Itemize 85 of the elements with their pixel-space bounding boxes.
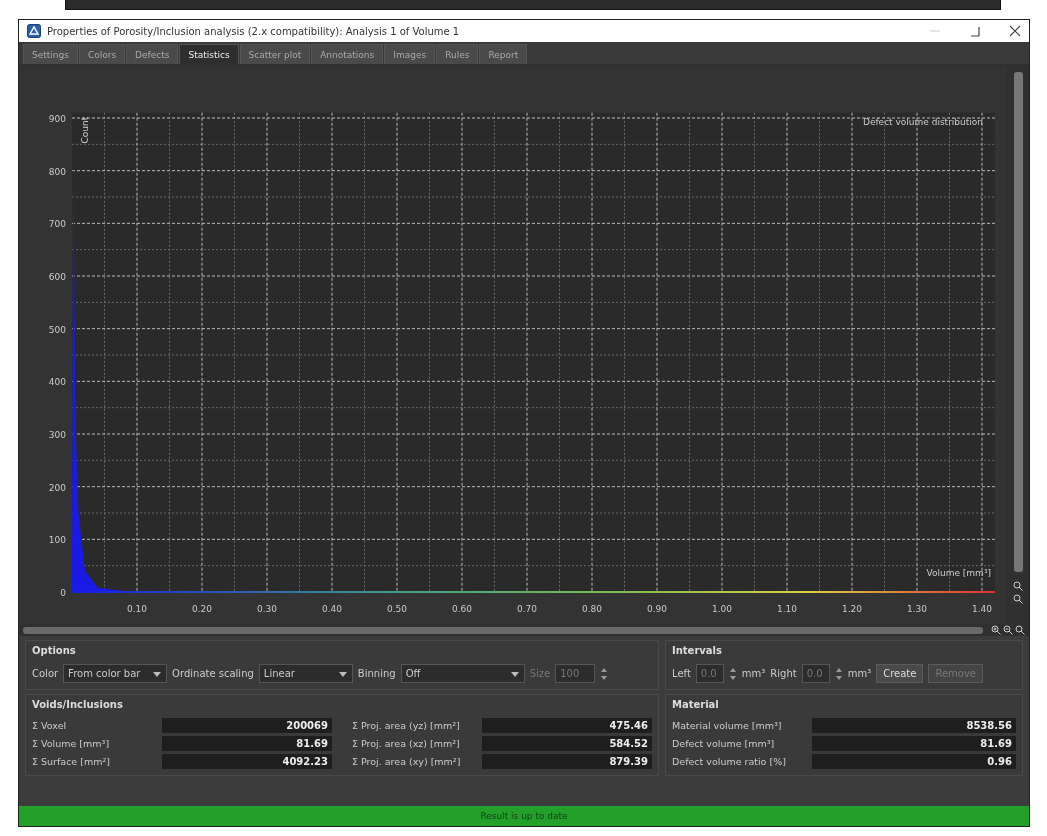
spin-arrows-icon[interactable]: [834, 666, 843, 681]
tab[interactable]: Scatter plot: [239, 44, 311, 64]
tab[interactable]: Rules: [436, 44, 479, 64]
field-label: Defect volume [mm³]: [672, 738, 776, 749]
ordinate-scaling-dropdown[interactable]: Linear: [258, 664, 353, 683]
unit-label: mm³: [847, 668, 872, 679]
x-tick-label: 0.90: [647, 604, 667, 614]
x-tick-label: 0.30: [257, 604, 277, 614]
x-tick-label: 1.40: [972, 604, 992, 614]
horizontal-scrollbar[interactable]: [23, 626, 983, 634]
binning-dropdown[interactable]: Off: [400, 664, 525, 683]
x-tick-label: 0.50: [387, 604, 407, 614]
field-label: Σ Voxel: [32, 720, 68, 731]
interval-button[interactable]: Create: [876, 664, 924, 683]
close-icon[interactable]: [1009, 25, 1021, 37]
x-tick-label: 0.60: [452, 604, 472, 614]
y-tick-label: 700: [48, 219, 66, 230]
field-label: Σ Proj. area (xz) [mm²]: [352, 738, 461, 749]
field-label: Material volume [mm³]: [672, 720, 783, 731]
tab[interactable]: Report: [479, 44, 528, 64]
field-label: Left: [672, 668, 691, 679]
tab[interactable]: Defects: [126, 44, 179, 64]
tab[interactable]: Annotations: [311, 44, 384, 64]
field-label: Σ Proj. area (yz) [mm²]: [352, 720, 461, 731]
unit-label: mm³: [741, 668, 766, 679]
x-axis-label: Volume [mm³]: [926, 568, 991, 578]
value-field: 8538.56: [812, 718, 1016, 733]
vertical-scrollbar[interactable]: [1013, 72, 1023, 572]
chart-title: Defect volume distribution: [863, 116, 983, 127]
group-title: Options: [32, 645, 77, 656]
tab[interactable]: Images: [384, 44, 436, 64]
y-tick-label: 200: [48, 482, 66, 493]
y-tick-label: 600: [48, 272, 66, 282]
field-label: Color: [32, 668, 59, 679]
x-tick-label: 1.10: [777, 604, 797, 614]
tab[interactable]: Statistics: [179, 44, 239, 64]
y-tick-label: 900: [48, 114, 66, 124]
restore-icon[interactable]: [969, 25, 981, 37]
tab[interactable]: Colors: [78, 44, 126, 64]
x-tick-label: 1.20: [842, 604, 862, 614]
value-field: 81.69: [162, 736, 332, 751]
y-tick-label: 500: [48, 324, 66, 335]
field-label: Size: [529, 668, 551, 679]
tab[interactable]: Settings: [23, 44, 78, 64]
field-label: Σ Volume [mm³]: [32, 738, 111, 749]
zoom-icon[interactable]: [1013, 581, 1023, 591]
zoom-icon[interactable]: [1015, 625, 1025, 635]
x-tick-label: 0.20: [192, 604, 212, 614]
x-tick-label: 0.40: [322, 604, 342, 614]
zoom-icon[interactable]: [1013, 594, 1023, 604]
field-label: Defect volume ratio [%]: [672, 756, 787, 767]
group-title: Material: [672, 699, 720, 710]
x-tick-label: 0.70: [517, 604, 537, 614]
window-title: Properties of Porosity/Inclusion analysis (2.x compatibility): Analysis 1 of Volume 1: [47, 25, 460, 37]
status-bar: Result is up to date: [19, 806, 1029, 826]
value-field: 200069: [162, 718, 332, 733]
field-label: Σ Proj. area (xy) [mm²]: [352, 756, 462, 767]
y-tick-label: 400: [48, 377, 66, 388]
y-axis-label: Count: [80, 116, 90, 144]
value-field: 81.69: [812, 736, 1016, 751]
field-label: Binning: [357, 668, 396, 679]
value-field: 0.96: [812, 754, 1016, 769]
y-tick-label: 300: [48, 430, 66, 440]
group-title: Voids/Inclusions: [32, 699, 124, 710]
spin-arrows-icon[interactable]: [600, 666, 609, 681]
y-tick-label: 800: [48, 166, 66, 177]
field-label: Σ Surface [mm²]: [32, 756, 111, 767]
y-tick-label: 100: [48, 535, 66, 546]
app-icon: [27, 24, 41, 38]
zoom-out-icon[interactable]: [1003, 625, 1013, 635]
field-label: Ordinate scaling: [172, 668, 254, 679]
value-field: 584.52: [482, 736, 652, 751]
value-field: 879.39: [482, 754, 652, 769]
x-tick-label: 1.30: [907, 604, 927, 614]
zoom-in-icon[interactable]: [991, 625, 1001, 635]
y-tick-label: 0: [60, 588, 66, 598]
spin-arrows-icon[interactable]: [728, 666, 737, 681]
value-field: 475.46: [482, 718, 652, 733]
color-dropdown[interactable]: From color bar: [63, 664, 168, 683]
group-title: Intervals: [672, 645, 723, 656]
value-field: 4092.23: [162, 754, 332, 769]
x-tick-label: 0.10: [127, 604, 147, 614]
x-tick-label: 1.00: [712, 604, 732, 614]
field-label: Right: [770, 668, 797, 679]
x-tick-label: 0.80: [582, 604, 602, 614]
